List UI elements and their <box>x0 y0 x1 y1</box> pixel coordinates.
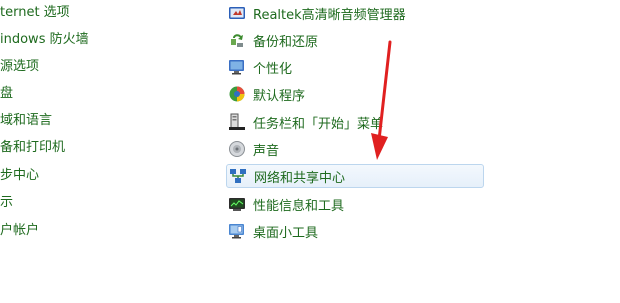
backup-restore-link[interactable]: 备份和还原 <box>226 28 484 52</box>
backup-restore-icon <box>231 34 243 47</box>
display-link[interactable]: 示 <box>0 193 13 213</box>
taskbar-icon <box>229 113 245 130</box>
power-options-link[interactable]: 源选项 <box>0 57 39 77</box>
sync-center-link[interactable]: 步中心 <box>0 166 39 186</box>
realtek-audio-icon <box>229 7 245 19</box>
item-label: 默认程序 <box>253 88 306 104</box>
control-panel-all-items: ternet 选项 indows 防火墙 源选项 盘 域和语言 备和打印机 步中… <box>0 0 620 303</box>
taskbar-start-menu-link[interactable]: 任务栏和「开始」菜单 <box>226 110 484 134</box>
item-label: 任务栏和「开始」菜单 <box>253 116 384 132</box>
personalization-link[interactable]: 个性化 <box>226 55 484 79</box>
windows-firewall-link[interactable]: indows 防火墙 <box>0 30 89 50</box>
gadgets-icon <box>229 224 244 239</box>
network-icon <box>230 169 246 183</box>
region-language-link[interactable]: 域和语言 <box>0 111 52 131</box>
performance-icon <box>229 198 245 211</box>
desktop-gadgets-link[interactable]: 桌面小工具 <box>226 219 484 243</box>
default-programs-icon <box>229 86 245 102</box>
sound-link[interactable]: 声音 <box>226 137 484 161</box>
item-label: 声音 <box>253 143 280 159</box>
network-sharing-center-link[interactable]: 网络和共享中心 <box>226 164 484 188</box>
internet-options-link[interactable]: ternet 选项 <box>0 3 70 23</box>
item-label: 桌面小工具 <box>253 225 319 241</box>
personalization-icon <box>229 60 244 75</box>
performance-info-tools-link[interactable]: 性能信息和工具 <box>226 192 484 216</box>
item-label: Realtek高清晰音频管理器 <box>253 7 406 23</box>
realtek-audio-manager-link[interactable]: Realtek高清晰音频管理器 <box>226 1 484 25</box>
item-label: 个性化 <box>253 61 293 77</box>
devices-printers-link[interactable]: 备和打印机 <box>0 138 65 158</box>
user-accounts-link[interactable]: 户帐户 <box>0 221 39 241</box>
item-label: 备份和还原 <box>253 34 319 50</box>
sound-icon <box>229 141 245 157</box>
item-label: 网络和共享中心 <box>254 170 346 186</box>
default-programs-link[interactable]: 默认程序 <box>226 82 484 106</box>
keyboard-link[interactable]: 盘 <box>0 84 13 104</box>
item-label: 性能信息和工具 <box>253 198 345 214</box>
